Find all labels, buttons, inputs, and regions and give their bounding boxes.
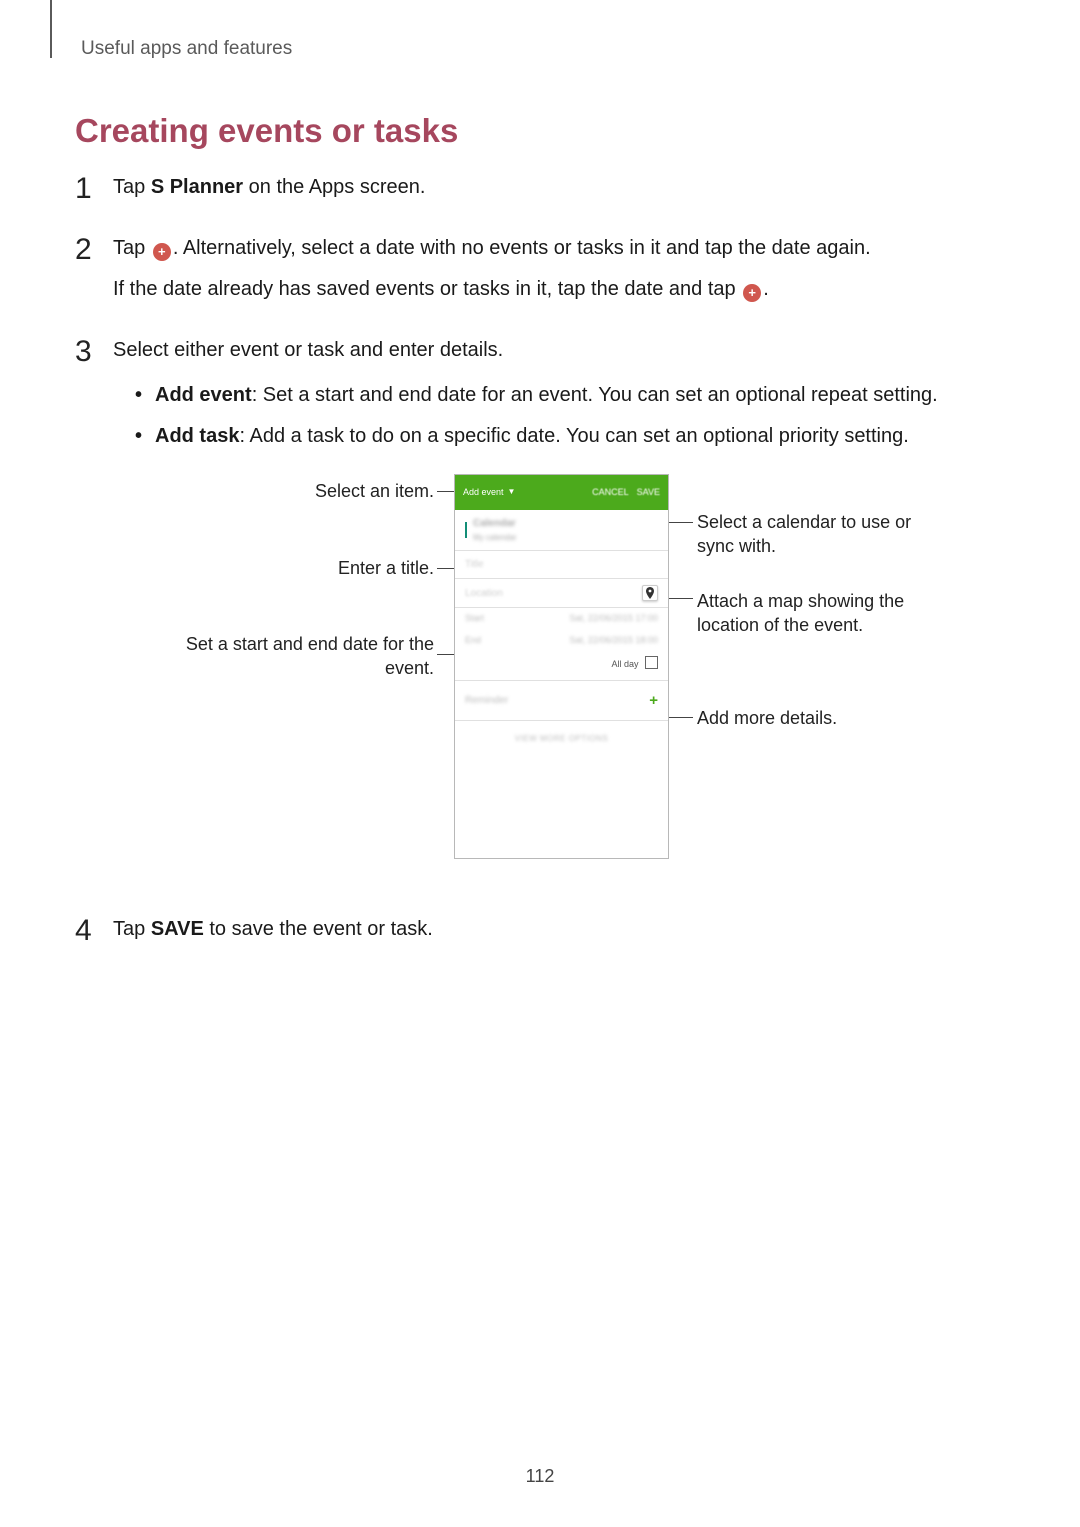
step-text: Tap [113, 918, 151, 940]
step-number: 1 [75, 166, 105, 213]
step-4: 4 Tap SAVE to save the event or task. [75, 914, 1005, 945]
step-1: 1 Tap S Planner on the Apps screen. [75, 172, 1005, 203]
end-value: Sat, 22/06/2015 18:00 [503, 634, 658, 648]
callout-enter-title: Enter a title. [179, 556, 434, 580]
bullet-bold: Add task [155, 425, 239, 447]
step-text: If the date already has saved events or … [113, 278, 741, 300]
plus-icon: + [153, 243, 171, 261]
all-day-label: All day [611, 659, 638, 669]
title-placeholder: Title [465, 557, 484, 573]
callout-add-details: Add more details. [697, 706, 937, 730]
bullet-bold: Add event [155, 384, 252, 406]
step-bold: S Planner [151, 176, 243, 198]
phone-mock: Add event ▼ CANCEL SAVE Calendar My cale… [454, 474, 669, 859]
location-row[interactable]: Location [455, 579, 668, 608]
reminder-row[interactable]: Reminder + [455, 681, 668, 721]
all-day-checkbox[interactable] [645, 656, 658, 669]
step-text: . Alternatively, select a date with no e… [173, 237, 871, 259]
page-number: 112 [0, 1466, 1080, 1487]
view-more-options[interactable]: VIEW MORE OPTIONS [455, 721, 668, 757]
breadcrumb: Useful apps and features [81, 38, 1005, 60]
leader-line [669, 522, 693, 523]
step-bold: SAVE [151, 918, 204, 940]
callout-select-calendar: Select a calendar to use or sync with. [697, 510, 937, 559]
leader-line [669, 598, 693, 599]
add-reminder-plus-icon[interactable]: + [649, 689, 658, 712]
calendar-label: Calendar [473, 516, 517, 532]
bullet-text: : Add a task to do on a specific date. Y… [239, 425, 908, 447]
margin-rule [50, 0, 52, 58]
cancel-button[interactable]: CANCEL [592, 486, 629, 500]
end-row[interactable]: End Sat, 22/06/2015 18:00 [465, 630, 658, 652]
step-2: 2 Tap +. Alternatively, select a date wi… [75, 233, 1005, 305]
step-text: Tap [113, 176, 151, 198]
plus-icon: + [743, 284, 761, 302]
save-button[interactable]: SAVE [637, 486, 660, 500]
step-text: to save the event or task. [204, 918, 433, 940]
bullet-text: : Set a start and end date for an event.… [252, 384, 938, 406]
step-text: on the Apps screen. [243, 176, 425, 198]
figure: Select an item. Enter a title. Set a sta… [179, 474, 939, 874]
callout-set-dates: Set a start and end date for the event. [179, 632, 434, 681]
step-3: 3 Select either event or task and enter … [75, 335, 1005, 874]
location-pin-icon[interactable] [642, 585, 658, 601]
step-number: 3 [75, 329, 105, 376]
calendar-row[interactable]: Calendar My calendar [455, 510, 668, 551]
chevron-down-icon: ▼ [508, 486, 516, 498]
location-placeholder: Location [465, 586, 503, 602]
section-heading: Creating events or tasks [75, 112, 1005, 150]
all-day-row[interactable]: All day [465, 652, 658, 680]
step-text: Select either event or task and enter de… [113, 339, 503, 361]
step-number: 2 [75, 227, 105, 274]
phone-header: Add event ▼ CANCEL SAVE [455, 475, 668, 510]
step-text: Tap [113, 237, 151, 259]
start-label: Start [465, 612, 503, 626]
callout-attach-map: Attach a map showing the location of the… [697, 589, 937, 638]
start-value: Sat, 22/06/2015 17:00 [503, 612, 658, 626]
step-number: 4 [75, 908, 105, 955]
title-row[interactable]: Title [455, 551, 668, 580]
callout-select-item: Select an item. [179, 479, 434, 503]
end-label: End [465, 634, 503, 648]
leader-line [669, 717, 693, 718]
reminder-label: Reminder [465, 693, 508, 709]
start-row[interactable]: Start Sat, 22/06/2015 17:00 [465, 608, 658, 630]
bullet-add-event: Add event: Set a start and end date for … [131, 380, 1005, 411]
bullet-add-task: Add task: Add a task to do on a specific… [131, 421, 1005, 452]
dropdown-add-event[interactable]: Add event [463, 486, 504, 500]
calendar-color-bar [465, 522, 467, 538]
dates-block: Start Sat, 22/06/2015 17:00 End Sat, 22/… [455, 608, 668, 681]
step-text: . [763, 278, 769, 300]
calendar-sub: My calendar [473, 532, 517, 544]
